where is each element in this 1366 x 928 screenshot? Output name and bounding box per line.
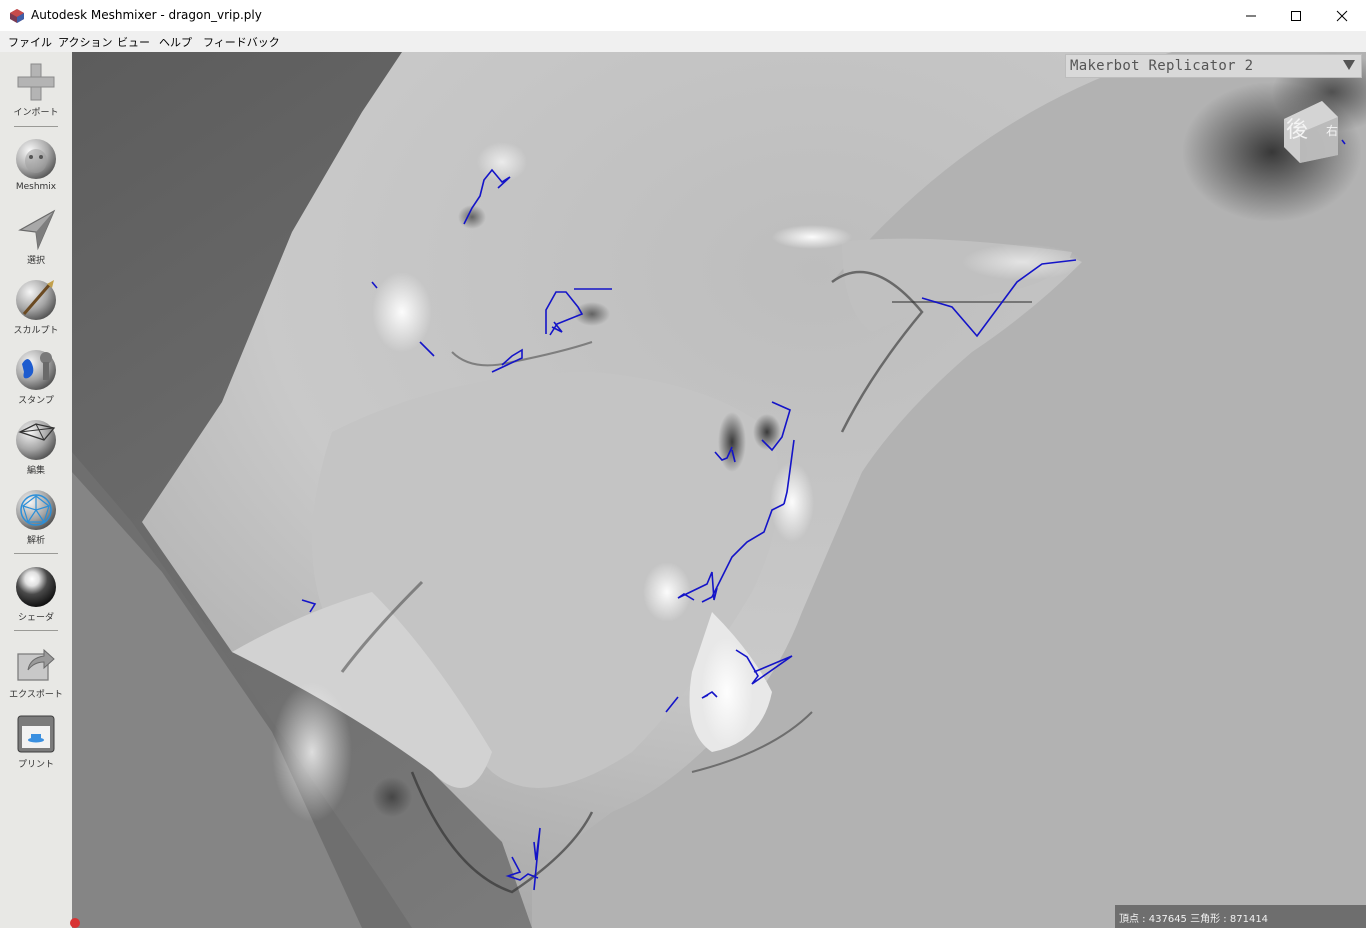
view-cube-right-face: 右 bbox=[1326, 123, 1338, 138]
stamp-icon bbox=[16, 350, 56, 390]
title-bar: Autodesk Meshmixer - dragon_vrip.ply bbox=[0, 0, 1366, 31]
close-icon bbox=[1336, 10, 1348, 21]
sculpt-tool[interactable]: スカルプト bbox=[0, 278, 72, 336]
menu-file[interactable]: ファイル bbox=[8, 34, 52, 50]
tool-divider bbox=[14, 553, 58, 554]
stamp-label: スタンプ bbox=[18, 396, 54, 406]
chevron-down-icon bbox=[1343, 60, 1355, 70]
vertices-label: 頂点 : bbox=[1119, 914, 1146, 925]
printer-select[interactable]: Makerbot Replicator 2 bbox=[1065, 54, 1362, 78]
select-label: 選択 bbox=[26, 256, 45, 266]
minimize-button[interactable] bbox=[1228, 0, 1274, 31]
maximize-icon bbox=[1291, 10, 1301, 21]
mesh-stats-text: 頂点 : 437645 三角形 : 871414 bbox=[1119, 910, 1268, 925]
sculpt-label: スカルプト bbox=[13, 326, 59, 336]
print-label: プリント bbox=[17, 760, 54, 770]
print-tool[interactable]: プリント bbox=[0, 712, 72, 770]
stamp-tool[interactable]: スタンプ bbox=[0, 348, 72, 406]
import-plus-icon bbox=[17, 63, 55, 101]
shader-label: シェーダ bbox=[17, 613, 54, 623]
triangles-label: 三角形 : bbox=[1190, 914, 1227, 925]
3d-viewport[interactable]: Makerbot Replicator 2 後 右 頂点 : 437645 三角… bbox=[72, 52, 1366, 928]
export-icon bbox=[17, 648, 55, 681]
tool-divider bbox=[14, 126, 58, 127]
analysis-icon bbox=[16, 490, 56, 530]
triangles-count: 871414 bbox=[1229, 914, 1269, 925]
maximize-button[interactable] bbox=[1273, 0, 1319, 31]
mesh-render bbox=[72, 52, 1366, 928]
printer-select-value: Makerbot Replicator 2 bbox=[1070, 58, 1254, 74]
analysis-tool[interactable]: 解析 bbox=[0, 488, 72, 546]
meshmixer-app-icon bbox=[10, 9, 24, 23]
mesh-stats-bar: 頂点 : 437645 三角形 : 871414 bbox=[1115, 905, 1366, 928]
tool-palette: インポート Meshmix 選択 スカルプト スタンプ 編集 解析 シェーダ エ… bbox=[0, 52, 73, 928]
select-tool[interactable]: 選択 bbox=[0, 208, 72, 266]
print-icon bbox=[17, 715, 55, 753]
close-button[interactable] bbox=[1319, 0, 1365, 31]
select-arrow-icon bbox=[18, 209, 56, 251]
edit-tool[interactable]: 編集 bbox=[0, 418, 72, 476]
analysis-label: 解析 bbox=[26, 536, 45, 546]
menu-help[interactable]: ヘルプ bbox=[159, 34, 192, 50]
menu-actions[interactable]: アクション bbox=[58, 34, 112, 50]
export-label: エクスポート bbox=[9, 690, 63, 700]
menu-view[interactable]: ビュー bbox=[117, 34, 150, 50]
edit-label: 編集 bbox=[26, 466, 45, 476]
status-indicator-icon bbox=[70, 918, 80, 928]
export-tool[interactable]: エクスポート bbox=[0, 642, 72, 700]
tool-divider bbox=[14, 630, 58, 631]
menu-bar: ファイル アクション ビュー ヘルプ フィードバック bbox=[0, 31, 1366, 53]
window-title: Autodesk Meshmixer - dragon_vrip.ply bbox=[31, 8, 262, 22]
vertices-count: 437645 bbox=[1148, 914, 1187, 925]
menu-feedback[interactable]: フィードバック bbox=[203, 34, 280, 50]
sculpt-brush-icon bbox=[16, 280, 56, 320]
import-label: インポート bbox=[13, 108, 59, 118]
minimize-icon bbox=[1246, 15, 1256, 16]
edit-icon bbox=[16, 420, 56, 460]
meshmix-tool[interactable]: Meshmix bbox=[0, 137, 72, 192]
view-cube[interactable]: 後 右 bbox=[1276, 97, 1346, 167]
meshmix-label: Meshmix bbox=[15, 182, 57, 192]
shader-sphere-icon bbox=[16, 567, 56, 607]
shader-tool[interactable]: シェーダ bbox=[0, 565, 72, 623]
import-tool[interactable]: インポート bbox=[0, 60, 72, 118]
meshmix-bunny-icon bbox=[16, 139, 56, 179]
view-cube-back-face: 後 bbox=[1286, 118, 1308, 143]
